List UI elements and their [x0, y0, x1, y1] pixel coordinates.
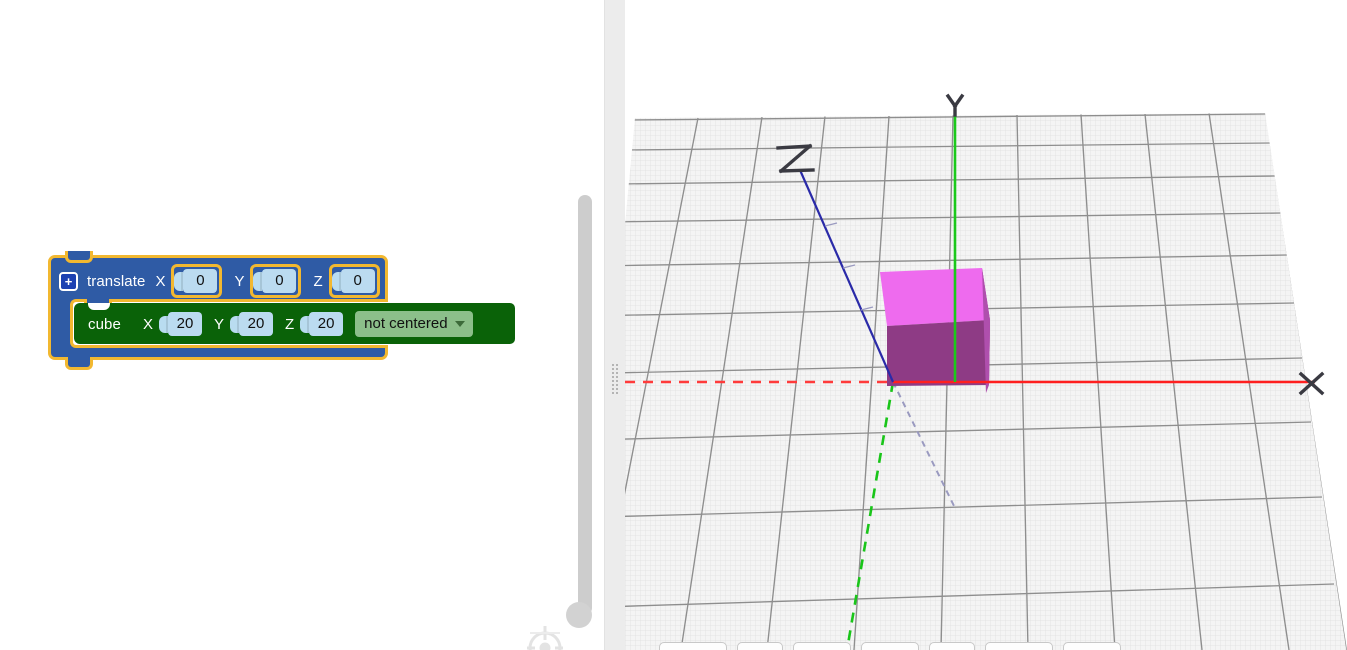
translate-z-axis-label: Z	[313, 273, 322, 290]
translate-block-label: translate	[87, 273, 145, 290]
translate-top-notch	[65, 251, 93, 263]
cube-z-input[interactable]: 20	[309, 312, 343, 336]
cube-row: cube X 20 Y 20 Z	[88, 309, 473, 339]
cube-block-label: cube	[88, 316, 121, 333]
translate-x-socket[interactable]: 0	[171, 264, 222, 298]
puzzle-connector-icon	[174, 272, 183, 291]
3d-viewport[interactable]	[625, 0, 1347, 650]
cube-y-socket[interactable]: 20	[230, 310, 273, 338]
viewport-button-1[interactable]	[659, 642, 727, 650]
translate-bottom-tab	[65, 357, 93, 370]
mutator-plus-button[interactable]: +	[59, 272, 78, 291]
cube-x-socket[interactable]: 20	[159, 310, 202, 338]
translate-x-input[interactable]: 0	[183, 269, 217, 293]
crosshair-target-icon[interactable]	[521, 620, 569, 650]
viewport-button-5[interactable]	[929, 642, 975, 650]
puzzle-connector-icon	[332, 272, 341, 291]
translate-y-axis-label: Y	[234, 273, 244, 290]
cube-solid	[878, 268, 990, 393]
cube-centered-dropdown-value: not centered	[364, 315, 447, 332]
puzzle-connector-icon	[230, 316, 239, 333]
3d-scene	[625, 0, 1347, 650]
blockscad-app: + translate X 0 Y 0 Z 0	[0, 0, 1347, 650]
viewport-toolbar[interactable]	[659, 642, 1121, 650]
blockly-workspace[interactable]: + translate X 0 Y 0 Z 0	[0, 0, 600, 650]
viewport-button-3[interactable]	[793, 642, 851, 650]
puzzle-connector-icon	[159, 316, 168, 333]
block-stack: + translate X 0 Y 0 Z 0	[48, 255, 388, 360]
workspace-zoom-handle[interactable]	[566, 602, 592, 628]
workspace-vertical-scrollbar[interactable]	[578, 195, 592, 615]
puzzle-connector-icon	[300, 316, 309, 333]
cube-top-face	[880, 268, 990, 326]
translate-z-input[interactable]: 0	[341, 269, 375, 293]
cube-centered-dropdown[interactable]: not centered	[355, 311, 472, 337]
translate-y-input[interactable]: 0	[262, 269, 296, 293]
cube-front-face	[887, 320, 990, 386]
viewport-button-6[interactable]	[985, 642, 1053, 650]
chevron-down-icon	[455, 321, 465, 327]
cube-z-socket[interactable]: 20	[300, 310, 343, 338]
translate-row: + translate X 0 Y 0 Z 0	[59, 266, 382, 296]
block-translate[interactable]: + translate X 0 Y 0 Z 0	[48, 255, 388, 360]
panel-splitter[interactable]	[604, 0, 626, 650]
puzzle-connector-icon	[253, 272, 262, 291]
translate-x-axis-label: X	[155, 273, 165, 290]
viewport-button-7[interactable]	[1063, 642, 1121, 650]
cube-y-input[interactable]: 20	[239, 312, 273, 336]
cube-y-axis-label: Y	[214, 316, 224, 333]
y-axis-label	[948, 96, 962, 115]
translate-y-socket[interactable]: 0	[250, 264, 301, 298]
viewport-button-2[interactable]	[737, 642, 783, 650]
viewport-button-4[interactable]	[861, 642, 919, 650]
drag-dots-icon	[611, 363, 619, 389]
block-cube[interactable]: cube X 20 Y 20 Z	[74, 303, 515, 344]
cube-z-axis-label: Z	[285, 316, 294, 333]
cube-x-axis-label: X	[143, 316, 153, 333]
cube-x-input[interactable]: 20	[168, 312, 202, 336]
translate-z-socket[interactable]: 0	[329, 264, 380, 298]
